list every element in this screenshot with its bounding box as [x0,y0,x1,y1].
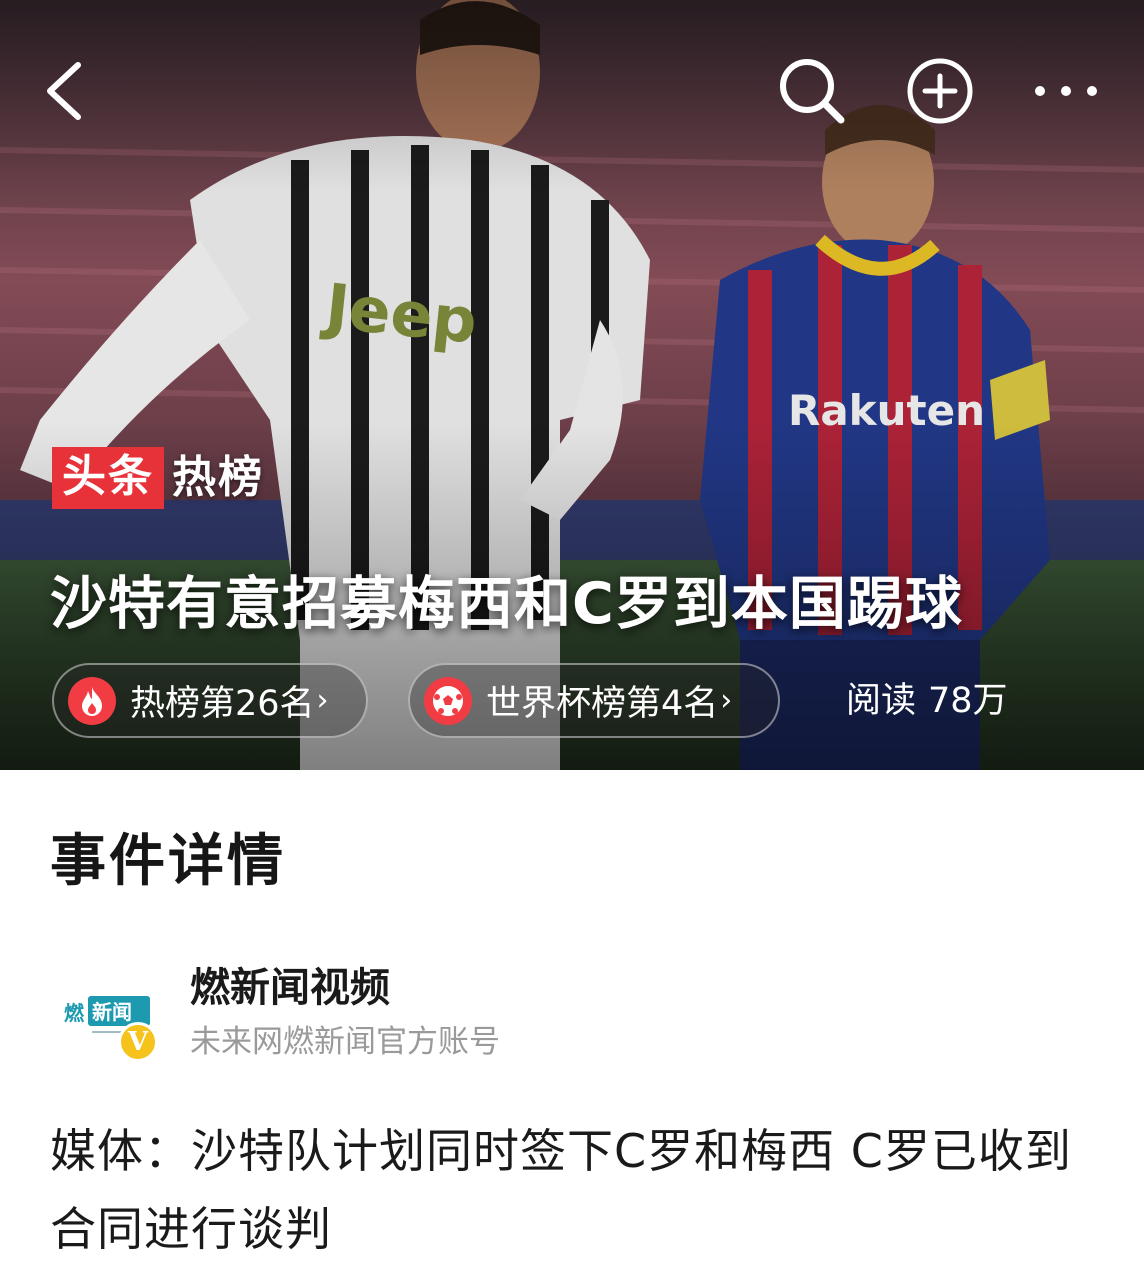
read-count: 阅读 78万 [846,678,1008,724]
hero-banner: Jeep Rakuten [0,0,1144,770]
back-icon[interactable] [28,55,100,127]
read-label: 阅读 [846,681,917,721]
event-summary: 媒体：沙特队计划同时签下C罗和梅西 C罗已收到合同进行谈判 [50,1124,1072,1256]
world-cup-rank-chip[interactable]: 世界杯榜第4名 › [408,663,780,738]
soccer-ball-icon [424,676,472,725]
chevron-right-icon: › [316,683,329,718]
more-icon[interactable] [1030,55,1102,127]
brand-hotlist-label: 热榜 [172,452,264,503]
add-icon[interactable] [904,55,976,127]
section-title: 事件详情 [50,829,286,894]
search-icon[interactable] [776,55,848,127]
svg-text:新闻: 新闻 [92,1000,132,1024]
source-description: 未来网燃新闻官方账号 [190,1024,500,1060]
source-name[interactable]: 燃新闻视频 [190,960,390,1016]
world-cup-rank-label: 世界杯榜第4名 [486,684,719,724]
headline-title: 沙特有意招募梅西和C罗到本国踢球 [50,571,963,637]
brand-toutiao-label: 头条 [52,447,164,509]
hot-rank-chip[interactable]: 热榜第26名 › [52,663,368,738]
hot-rank-label: 热榜第26名 [130,684,315,724]
source-logo-text: 燃 [64,1001,85,1025]
flame-icon [68,676,116,725]
read-value: 78万 [928,681,1008,721]
chevron-right-icon: › [720,683,733,718]
hot-list-brand: 头条 热榜 [52,447,264,509]
verified-badge: V [118,1022,158,1062]
